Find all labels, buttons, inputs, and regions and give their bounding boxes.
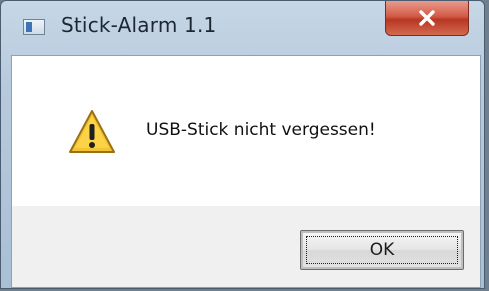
window-title: Stick-Alarm 1.1 [61,13,217,37]
dialog-client-area: USB-Stick nicht vergessen! OK [11,55,481,288]
dialog-window: Stick-Alarm 1.1 USB-Stick nicht vergesse… [0,0,485,289]
ok-button[interactable]: OK [300,230,464,270]
dialog-message: USB-Stick nicht vergessen! [146,120,376,140]
title-bar[interactable]: Stick-Alarm 1.1 [1,1,484,53]
application-icon [23,19,45,35]
close-icon [416,9,438,27]
message-area: USB-Stick nicht vergessen! [12,56,480,206]
warning-icon [67,108,117,156]
close-button[interactable] [385,1,469,36]
